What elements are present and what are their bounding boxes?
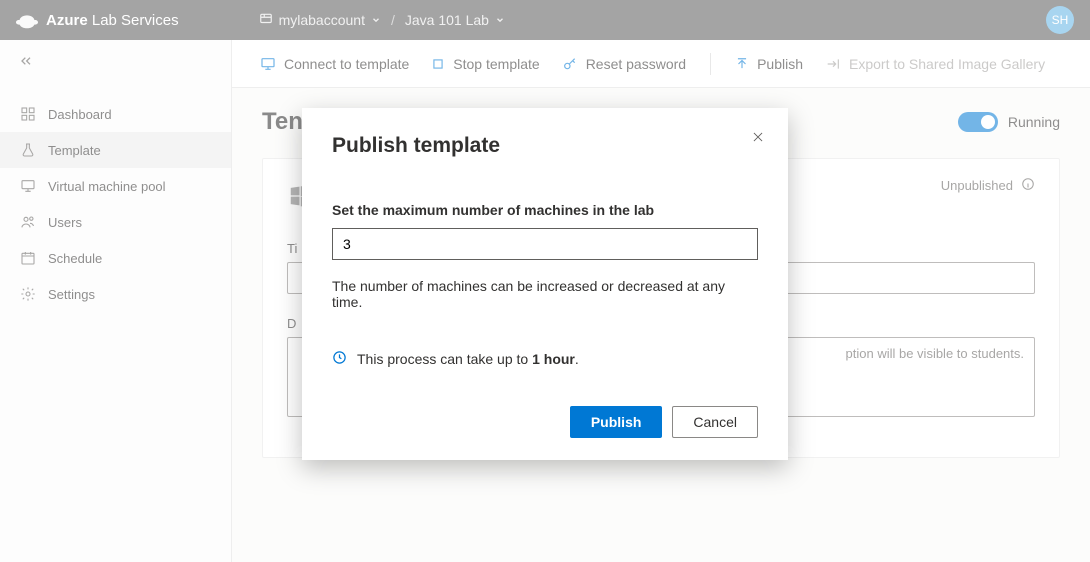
publish-duration-note: This process can take up to 1 hour. xyxy=(332,350,758,368)
publish-modal: Publish template Set the maximum number … xyxy=(302,108,788,460)
publish-button[interactable]: Publish xyxy=(570,406,663,438)
max-machines-label: Set the maximum number of machines in th… xyxy=(332,202,758,218)
modal-close-button[interactable] xyxy=(746,126,770,150)
modal-overlay: Publish template Set the maximum number … xyxy=(0,0,1090,562)
modal-title: Publish template xyxy=(332,134,758,158)
clock-icon xyxy=(332,350,347,368)
close-icon xyxy=(751,130,765,147)
max-machines-input[interactable] xyxy=(332,228,758,260)
cancel-button[interactable]: Cancel xyxy=(672,406,758,438)
max-machines-hint: The number of machines can be increased … xyxy=(332,278,758,310)
